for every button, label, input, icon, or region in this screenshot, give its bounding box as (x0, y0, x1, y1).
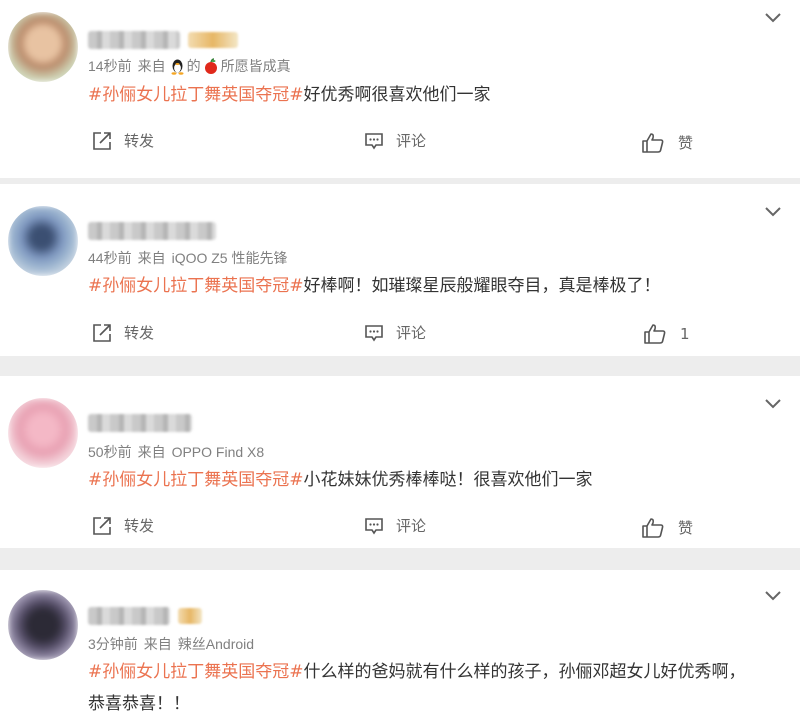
like-label: 赞 (678, 134, 694, 152)
post-meta: 50秒前 来自 OPPO Find X8 (88, 442, 270, 462)
username-blurred[interactable] (88, 607, 170, 625)
chevron-down-icon[interactable] (764, 590, 782, 602)
repost-icon (93, 323, 111, 342)
username-blurred[interactable] (88, 414, 192, 432)
comment-label: 评论 (396, 324, 427, 342)
avatar[interactable] (8, 590, 78, 660)
weibo-comment-card: 44秒前 来自 iQOO Z5 性能先锋 #孙俪女儿拉丁舞英国夺冠#好棒啊！如璀… (0, 184, 800, 356)
thumbs-up-icon (642, 132, 664, 153)
source-middle: 的 (186, 58, 201, 74)
post-text: 小花妹妹优秀棒棒哒！很喜欢他们一家 (303, 470, 593, 490)
avatar[interactable] (8, 12, 78, 82)
comment-button[interactable]: 评论 (364, 130, 426, 151)
post-time: 3分钟前 (88, 636, 138, 652)
hashtag-link[interactable]: #孙俪女儿拉丁舞英国夺冠# (88, 662, 304, 682)
user-badge (178, 608, 202, 624)
source-prefix: 来自 (137, 250, 166, 266)
weibo-comment-card: 3分钟前 来自 辣丝Android #孙俪女儿拉丁舞英国夺冠#什么样的爸妈就有什… (0, 570, 800, 727)
post-source[interactable]: 所愿皆成真 (221, 56, 291, 76)
hashtag-link[interactable]: #孙俪女儿拉丁舞英国夺冠# (88, 85, 304, 105)
thumbs-up-icon (644, 324, 666, 344)
post-meta: 14秒前 来自 的 所愿皆成真 (88, 56, 297, 76)
hashtag-link[interactable]: #孙俪女儿拉丁舞英国夺冠# (88, 470, 304, 490)
post-content: #孙俪女儿拉丁舞英国夺冠#什么样的爸妈就有什么样的孩子，孙俪邓超女儿好优秀啊， … (88, 656, 778, 720)
source-prefix: 来自 (137, 58, 166, 74)
source-prefix: 来自 (137, 444, 166, 460)
post-content: #孙俪女儿拉丁舞英国夺冠#小花妹妹优秀棒棒哒！很喜欢他们一家 (88, 464, 778, 496)
like-count: 1 (680, 325, 690, 343)
repost-label: 转发 (124, 132, 155, 150)
comment-button[interactable]: 评论 (364, 322, 426, 343)
weibo-comment-card: 14秒前 来自 的 所愿皆成真 #孙俪女儿拉丁舞英国夺冠#好优秀啊很喜欢他们一家… (0, 0, 800, 178)
post-text: 什么样的爸妈就有什么样的孩子，孙俪邓超女儿好优秀啊， (303, 662, 746, 682)
post-meta: 3分钟前 来自 辣丝Android (88, 634, 260, 654)
like-button[interactable]: 赞 (642, 517, 693, 538)
post-text: 好优秀啊很喜欢他们一家 (303, 85, 491, 105)
comment-icon (365, 132, 383, 149)
avatar[interactable] (8, 206, 78, 276)
qq-penguin-icon (171, 59, 184, 75)
chevron-down-icon[interactable] (764, 398, 782, 410)
username-blurred[interactable] (88, 222, 216, 240)
repost-icon (93, 131, 111, 150)
like-button[interactable]: 赞 (642, 132, 693, 153)
username-blurred[interactable] (88, 31, 180, 49)
like-button[interactable]: 1 (644, 324, 690, 344)
post-time: 44秒前 (88, 250, 132, 266)
avatar[interactable] (8, 398, 78, 468)
comment-label: 评论 (396, 517, 427, 535)
comment-icon (365, 324, 383, 341)
comment-icon (365, 517, 383, 534)
repost-button[interactable]: 转发 (92, 515, 154, 536)
comment-label: 评论 (396, 132, 427, 150)
user-badge (188, 32, 238, 48)
repost-button[interactable]: 转发 (92, 130, 154, 151)
post-text-continued: 恭喜恭喜！！ (88, 694, 190, 714)
post-source[interactable]: OPPO Find X8 (172, 444, 265, 460)
weibo-comment-card: 50秒前 来自 OPPO Find X8 #孙俪女儿拉丁舞英国夺冠#小花妹妹优秀… (0, 376, 800, 548)
repost-label: 转发 (124, 324, 155, 342)
thumbs-up-icon (642, 517, 664, 538)
like-label: 赞 (678, 519, 694, 537)
post-content: #孙俪女儿拉丁舞英国夺冠#好棒啊！如璀璨星辰般耀眼夺目，真是棒极了！ (88, 270, 778, 302)
post-time: 14秒前 (88, 58, 132, 74)
post-text: 好棒啊！如璀璨星辰般耀眼夺目，真是棒极了！ (303, 276, 661, 296)
apple-icon (204, 57, 217, 74)
chevron-down-icon[interactable] (764, 12, 782, 24)
post-content: #孙俪女儿拉丁舞英国夺冠#好优秀啊很喜欢他们一家 (88, 79, 778, 111)
post-source[interactable]: iQOO Z5 性能先锋 (172, 248, 288, 268)
repost-icon (93, 516, 111, 535)
repost-label: 转发 (124, 517, 155, 535)
source-prefix: 来自 (143, 636, 172, 652)
repost-button[interactable]: 转发 (92, 322, 154, 343)
hashtag-link[interactable]: #孙俪女儿拉丁舞英国夺冠# (88, 276, 304, 296)
chevron-down-icon[interactable] (764, 206, 782, 218)
comment-button[interactable]: 评论 (364, 515, 426, 536)
post-source[interactable]: 辣丝Android (178, 634, 254, 654)
post-time: 50秒前 (88, 444, 132, 460)
post-meta: 44秒前 来自 iQOO Z5 性能先锋 (88, 248, 293, 268)
